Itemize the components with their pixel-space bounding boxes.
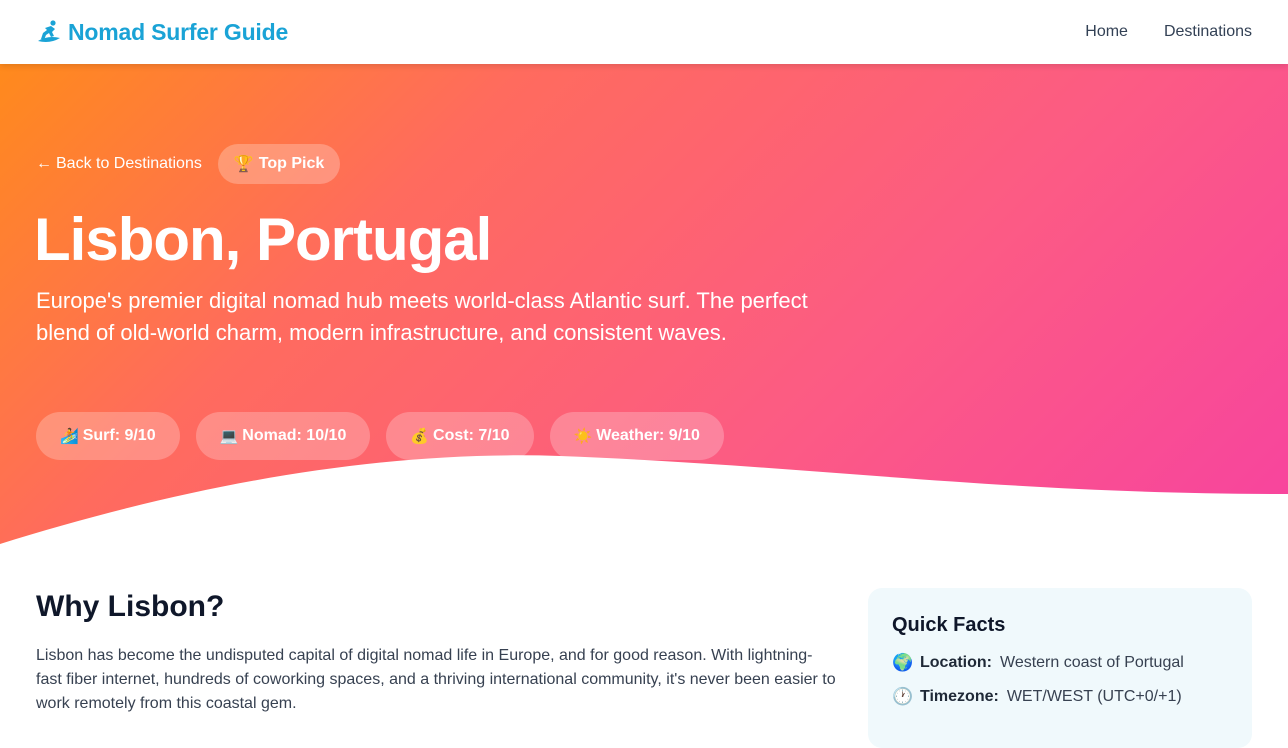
rating-weather: ☀️ Weather: 9/10 [549,412,724,460]
rating-nomad: 💻 Nomad: 10/10 [195,412,371,460]
section-heading: Why Lisbon? [36,590,225,623]
brand-name: Nomad Surfer Guide [68,18,289,45]
fact-location: 🌍 Location: Western coast of Portugal [892,652,1228,674]
page-title: Lisbon, Portugal [34,206,492,273]
nav-link-home[interactable]: Home [1085,23,1128,41]
clock-icon: 🕐 [892,687,914,706]
fact-label: Location: [920,654,992,671]
surfer-icon [38,20,60,42]
nav-links: Home Destinations [1085,23,1252,41]
trophy-icon: 🏆 [233,156,254,173]
globe-icon: 🌍 [892,653,914,672]
back-to-destinations-link[interactable]: ← Back to Destinations [36,155,202,173]
laptop-icon: 💻 [219,428,239,445]
fact-value: Western coast of Portugal [1000,654,1184,671]
top-pick-label: Top Pick [258,155,325,172]
money-bag-icon: 💰 [410,428,430,445]
section-body: Lisbon has become the undisputed capital… [36,647,836,712]
quick-facts-title: Quick Facts [892,614,1006,636]
navbar: Nomad Surfer Guide Home Destinations [0,0,1288,64]
nav-link-destinations[interactable]: Destinations [1164,23,1252,41]
back-link-label: Back to Destinations [56,155,202,172]
fact-timezone: 🕐 Timezone: WET/WEST (UTC+0/+1) [892,686,1228,708]
rating-weather-label: Weather: 9/10 [596,427,700,444]
hero-top-row: ← Back to Destinations 🏆 Top Pick [36,144,341,184]
rating-cost-label: Cost: 7/10 [433,427,510,444]
fact-label: Timezone: [920,688,999,705]
sun-icon: ☀️ [573,428,593,445]
rating-cost: 💰 Cost: 7/10 [386,412,534,460]
main-content: Why Lisbon? Lisbon has become the undisp… [36,590,836,716]
hero-wave-divider [0,455,1288,544]
hero-subtitle: Europe's premier digital nomad hub meets… [36,288,808,345]
brand-logo[interactable]: Nomad Surfer Guide [36,19,288,46]
surfer-icon: 🏄 [60,428,79,445]
fact-value: WET/WEST (UTC+0/+1) [1006,688,1182,705]
rating-chips: 🏄 Surf: 9/10 💻 Nomad: 10/10 💰 Cost: 7/10… [36,412,724,460]
hero-banner: ← Back to Destinations 🏆 Top Pick Lisbon… [0,64,1288,544]
rating-surf: 🏄 Surf: 9/10 [36,412,180,460]
rating-surf-label: Surf: 9/10 [82,427,156,444]
quick-facts-card: Quick Facts 🌍 Location: Western coast of… [868,588,1252,748]
top-pick-badge: 🏆 Top Pick [217,144,341,184]
arrow-left-icon: ← [36,155,52,172]
rating-nomad-label: Nomad: 10/10 [242,427,347,444]
